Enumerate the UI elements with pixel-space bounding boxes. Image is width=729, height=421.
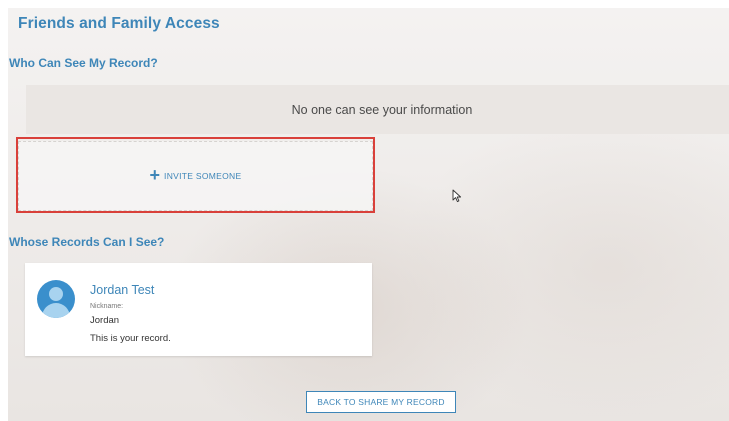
who-can-see-heading: Who Can See My Record? bbox=[9, 56, 158, 70]
person-avatar-icon bbox=[37, 280, 75, 318]
avatar-head bbox=[49, 287, 63, 301]
no-one-banner: No one can see your information bbox=[26, 85, 729, 134]
empty-state-message: No one can see your information bbox=[291, 102, 473, 117]
record-card[interactable]: Jordan Test Nickname: Jordan This is you… bbox=[25, 263, 372, 356]
whose-records-heading: Whose Records Can I See? bbox=[9, 235, 165, 249]
record-name: Jordan Test bbox=[90, 283, 155, 297]
plus-icon: + bbox=[149, 165, 161, 185]
friends-family-page: Friends and Family Access Who Can See My… bbox=[8, 8, 729, 421]
nickname-value: Jordan bbox=[90, 315, 120, 326]
avatar-body bbox=[42, 303, 70, 318]
back-to-share-button[interactable]: BACK TO SHARE MY RECORD bbox=[306, 391, 456, 413]
invite-someone-button[interactable]: + INVITE SOMEONE bbox=[18, 141, 373, 211]
mouse-cursor-icon bbox=[452, 189, 462, 203]
record-note: This is your record. bbox=[90, 333, 171, 344]
page-title: Friends and Family Access bbox=[18, 15, 220, 32]
invite-someone-label: INVITE SOMEONE bbox=[164, 171, 242, 181]
nickname-label: Nickname: bbox=[90, 303, 124, 310]
